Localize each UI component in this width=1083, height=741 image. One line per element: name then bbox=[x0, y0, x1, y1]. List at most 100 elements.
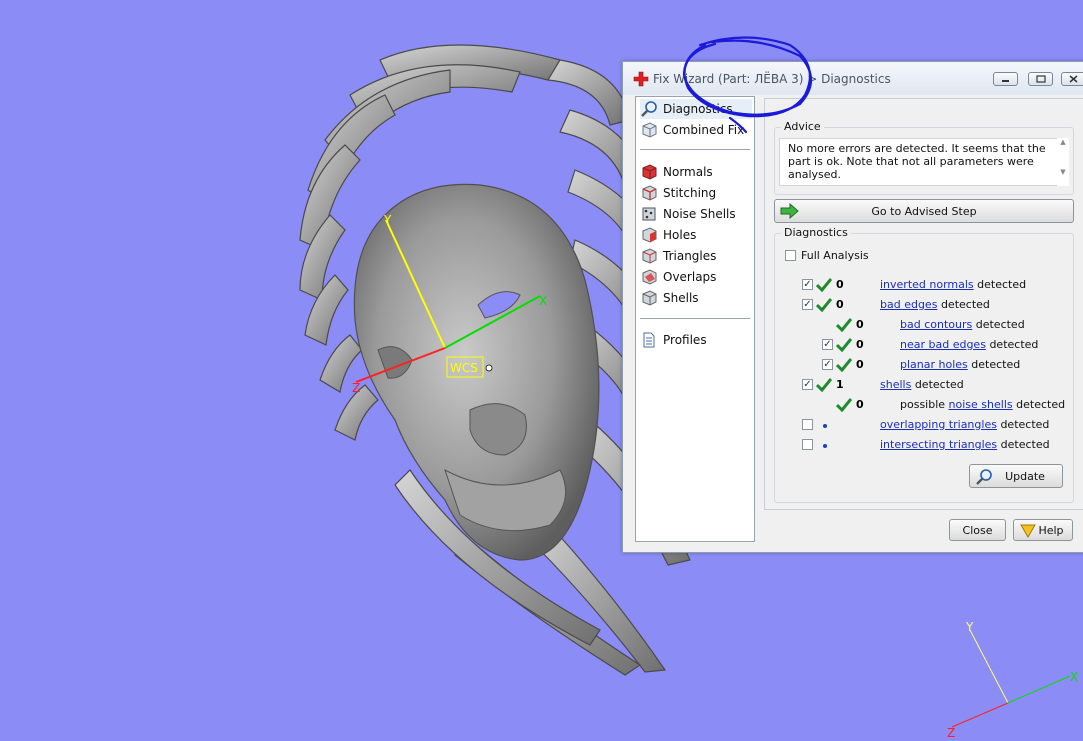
nav-item-combined-fix[interactable]: Combined Fix bbox=[640, 120, 752, 140]
magnifier-icon bbox=[641, 101, 657, 117]
green-check-icon bbox=[836, 318, 852, 333]
diagnostics-content: Advice No more errors are detected. It s… bbox=[764, 98, 1083, 510]
help-button[interactable]: Help bbox=[1013, 519, 1073, 541]
diagnostic-checkbox[interactable]: ✓ bbox=[822, 359, 833, 370]
diagnostic-link[interactable]: bad edges bbox=[880, 298, 937, 311]
magnifier-icon bbox=[976, 469, 992, 485]
nav-item-triangles[interactable]: Triangles bbox=[640, 246, 752, 266]
diagnostic-row: 0 bad contours detected bbox=[775, 316, 1071, 334]
close-window-button[interactable] bbox=[1061, 72, 1083, 86]
diagnostic-suffix: detected bbox=[1000, 438, 1050, 451]
nav-label: Combined Fix bbox=[663, 123, 745, 137]
pending-dot-icon bbox=[823, 424, 827, 428]
nav-label: Stitching bbox=[663, 186, 717, 200]
diagnostic-suffix: detected bbox=[1016, 398, 1066, 411]
nav-item-profiles[interactable]: Profiles bbox=[640, 330, 752, 350]
green-arrow-icon bbox=[780, 203, 799, 219]
go-to-advised-step-button[interactable]: Go to Advised Step bbox=[774, 199, 1074, 223]
diagnostic-row: ✓ 0 bad edges detected bbox=[775, 296, 1071, 314]
diagnostic-link[interactable]: overlapping triangles bbox=[880, 418, 997, 431]
nav-label: Holes bbox=[663, 228, 697, 242]
advice-scrollbar[interactable]: ▲ ▼ bbox=[1057, 138, 1069, 186]
diagnostic-link[interactable]: bad contours bbox=[900, 318, 972, 331]
update-button[interactable]: Update bbox=[969, 464, 1063, 488]
corner-axis-z: Z bbox=[947, 726, 955, 738]
green-check-icon bbox=[816, 298, 832, 313]
nav-item-holes[interactable]: Holes bbox=[640, 225, 752, 245]
nav-label: Normals bbox=[663, 165, 713, 179]
diagnostic-text: inverted normals detected bbox=[880, 278, 1026, 291]
wizard-nav-panel: Diagnostics Combined Fix Normals Stitchi… bbox=[635, 96, 755, 542]
nav-item-overlaps[interactable]: Overlaps bbox=[640, 267, 752, 287]
issue-count: 0 bbox=[856, 338, 864, 351]
dialog-title: Fix Wizard (Part: ЛЁВА 3) > Diagnostics bbox=[653, 72, 891, 86]
full-analysis-row[interactable]: Full Analysis bbox=[785, 248, 985, 266]
diagnostic-checkbox[interactable] bbox=[802, 439, 813, 450]
advice-text: No more errors are detected. It seems th… bbox=[779, 138, 1067, 186]
diagnostics-title: Diagnostics bbox=[781, 226, 851, 239]
minimize-button[interactable] bbox=[993, 72, 1018, 86]
close-button[interactable]: Close bbox=[949, 519, 1006, 541]
holes-icon bbox=[642, 227, 657, 243]
diagnostic-link[interactable]: shells bbox=[880, 378, 911, 391]
close-label: Close bbox=[962, 523, 993, 537]
nav-divider bbox=[640, 318, 750, 319]
diagnostic-link[interactable]: near bad edges bbox=[900, 338, 986, 351]
diagnostic-row: intersecting triangles detected bbox=[775, 436, 1071, 454]
diagnostic-link[interactable]: intersecting triangles bbox=[880, 438, 997, 451]
diagnostic-suffix: detected bbox=[989, 338, 1039, 351]
restore-button[interactable] bbox=[1028, 72, 1053, 86]
diagnostic-text: overlapping triangles detected bbox=[880, 418, 1049, 431]
diagnostic-link[interactable]: inverted normals bbox=[880, 278, 974, 291]
diagnostic-suffix: detected bbox=[971, 358, 1021, 371]
diagnostic-prefix: possible bbox=[900, 398, 946, 411]
diagnostic-link[interactable]: planar holes bbox=[900, 358, 968, 371]
diagnostic-suffix: detected bbox=[914, 378, 964, 391]
corner-axis-x: X bbox=[1070, 670, 1078, 684]
go-to-advised-step-label: Go to Advised Step bbox=[871, 204, 977, 218]
issue-count: 0 bbox=[856, 358, 864, 371]
nav-item-normals[interactable]: Normals bbox=[640, 162, 752, 182]
diagnostic-checkbox[interactable] bbox=[802, 419, 813, 430]
diagnostic-checkbox[interactable]: ✓ bbox=[802, 379, 813, 390]
diagnostic-row: ✓ 0 planar holes detected bbox=[775, 356, 1071, 374]
full-analysis-checkbox[interactable] bbox=[785, 250, 796, 261]
nav-item-shells[interactable]: Shells bbox=[640, 288, 752, 308]
diagnostic-suffix: detected bbox=[1000, 418, 1050, 431]
green-check-icon bbox=[816, 278, 832, 293]
nav-label: Overlaps bbox=[663, 270, 717, 284]
issue-count: 1 bbox=[836, 378, 844, 391]
diagnostic-link[interactable]: noise shells bbox=[949, 398, 1013, 411]
green-check-icon bbox=[836, 358, 852, 373]
stitching-icon bbox=[642, 185, 657, 201]
diagnostic-text: near bad edges detected bbox=[900, 338, 1038, 351]
green-check-icon bbox=[816, 378, 832, 393]
diagnostic-checkbox[interactable]: ✓ bbox=[822, 339, 833, 350]
nav-label: Shells bbox=[663, 291, 699, 305]
fix-wizard-dialog: Fix Wizard (Part: ЛЁВА 3) > Diagnostics … bbox=[622, 61, 1083, 553]
nav-item-stitching[interactable]: Stitching bbox=[640, 183, 752, 203]
pending-dot-icon bbox=[823, 444, 827, 448]
diagnostic-text: bad contours detected bbox=[900, 318, 1025, 331]
diagnostic-row: ✓ 0 near bad edges detected bbox=[775, 336, 1071, 354]
minimize-icon bbox=[994, 73, 1017, 85]
nav-divider bbox=[640, 149, 750, 150]
diagnostic-text: shells detected bbox=[880, 378, 964, 391]
triangles-icon bbox=[642, 248, 657, 264]
nav-item-noise-shells[interactable]: Noise Shells bbox=[640, 204, 752, 224]
diagnostic-text: intersecting triangles detected bbox=[880, 438, 1050, 451]
help-icon bbox=[1020, 524, 1036, 538]
diagnostic-suffix: detected bbox=[940, 298, 990, 311]
diagnostic-suffix: detected bbox=[977, 278, 1027, 291]
update-label: Update bbox=[1005, 469, 1045, 483]
diagnostic-row: ✓ 0 inverted normals detected bbox=[775, 276, 1071, 294]
nav-item-diagnostics[interactable]: Diagnostics bbox=[640, 99, 752, 119]
diagnostic-text: planar holes detected bbox=[900, 358, 1020, 371]
scroll-down-icon: ▼ bbox=[1060, 168, 1066, 176]
diagnostic-checkbox[interactable]: ✓ bbox=[802, 299, 813, 310]
title-bar[interactable]: Fix Wizard (Part: ЛЁВА 3) > Diagnostics bbox=[623, 62, 1083, 95]
diagnostic-checkbox[interactable]: ✓ bbox=[802, 279, 813, 290]
diagnostic-row: overlapping triangles detected bbox=[775, 416, 1071, 434]
diagnostic-row: 0 possible noise shells detected bbox=[775, 396, 1071, 414]
issue-count: 0 bbox=[836, 278, 844, 291]
